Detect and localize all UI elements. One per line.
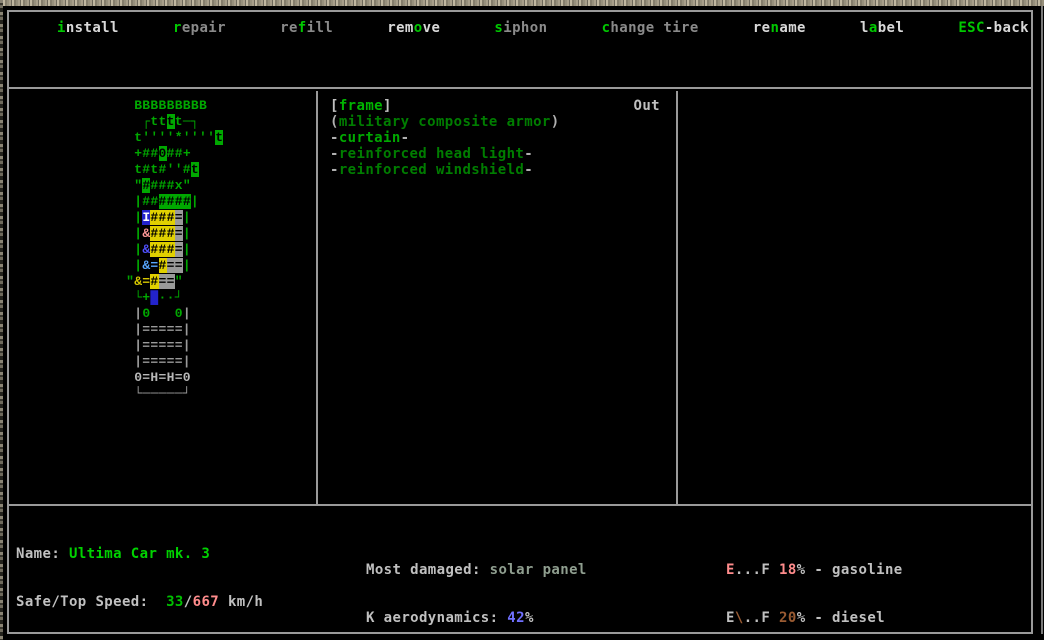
vehicle-art-row: |######| [118, 194, 200, 209]
vehicle-action-menubar: install repair refill remove siphon chan… [9, 12, 1031, 89]
parts-panel-header: [frame] Out [330, 98, 660, 114]
part-list-item[interactable]: -reinforced head light- [330, 146, 660, 162]
vehicle-name-row: Name: Ultima Car mk. 3 [16, 546, 211, 562]
fuel-gauges-column: E...F 18% - gasoline E\..F 20% - diesel … [726, 530, 920, 640]
menu-item-repair[interactable]: repair [173, 20, 226, 36]
part-list-item[interactable]: -reinforced windshield- [330, 162, 660, 178]
menu-item-install[interactable]: install [57, 20, 119, 36]
vehicle-art-row: |0 0| [118, 306, 191, 321]
vehicle-art-row: |=====| [118, 338, 191, 353]
selected-tile-parts-panel: [frame] Out (military composite armor) -… [330, 98, 660, 178]
vehicle-art-row: ┌tttt─┐ [118, 114, 200, 129]
menu-item-siphon[interactable]: siphon [494, 20, 547, 36]
menu-item-refill[interactable]: refill [280, 20, 333, 36]
vehicle-art-row: |=====| [118, 322, 191, 337]
menu-item-rename[interactable]: rename [753, 20, 806, 36]
most-damaged-row: Most damaged: solar panel [366, 562, 587, 578]
vehicle-art-row: +##0##+ [118, 146, 191, 161]
status-panel-divider [9, 504, 1031, 506]
vehicle-art-row: t''''*''''t [118, 130, 224, 145]
vehicle-art-row: |&=#==| [118, 258, 191, 273]
background-window-edge [1041, 6, 1043, 634]
part-list-item[interactable]: -curtain- [330, 130, 660, 146]
menu-item-remove[interactable]: remove [387, 20, 440, 36]
out-direction-label: Out [633, 98, 660, 114]
vehicle-art-row: "&=#==" [118, 274, 183, 289]
vehicle-art-row: └+█··┘ [118, 290, 183, 305]
speed-row: Safe/Top Speed: 33/667 km/h [16, 594, 264, 610]
selected-part-name[interactable]: [frame] [330, 98, 392, 114]
vehicle-art-row: |I###=| [118, 210, 191, 225]
menu-item-label[interactable]: label [860, 20, 904, 36]
menu-item-esc-back[interactable]: ESC-back [958, 20, 1029, 36]
vehicle-art-row: └─────┘ [118, 386, 191, 401]
desktop-edge-texture-top [0, 0, 1044, 6]
menu-item-change-tire[interactable]: change tire [602, 20, 699, 36]
part-list-item[interactable]: (military composite armor) [330, 114, 660, 130]
vehicle-art-row: "####x" [118, 178, 191, 193]
fuel-gauge-gasoline: E...F 18% - gasoline [726, 562, 903, 578]
vehicle-art-row: t#t#''#t [118, 162, 200, 177]
desktop-edge-texture-left [0, 0, 3, 640]
vehicle-art-row: BBBBBBBBB [118, 98, 208, 113]
vehicle-coefficients-column: Most damaged: solar panel K aerodynamics… [366, 530, 587, 640]
k-aerodynamics-row: K aerodynamics: 42% [366, 610, 534, 626]
menu-row: install repair refill remove siphon chan… [9, 12, 1031, 36]
panel-divider-left [316, 91, 318, 504]
vehicle-stats-column: Name: Ultima Car mk. 3 Safe/Top Speed: 3… [16, 514, 263, 640]
vehicle-art-row: |=====| [118, 354, 191, 369]
panel-divider-right [676, 91, 678, 504]
vehicle-interaction-window: install repair refill remove siphon chan… [7, 10, 1033, 634]
vehicle-ascii-art: BBBBBBBBB ┌tttt─┐ t''''*''''t +##0##+ t#… [118, 98, 224, 402]
vehicle-art-row: |&###=| [118, 226, 191, 241]
vehicle-art-row: 0=H=H=0 [118, 370, 191, 385]
vehicle-art-row: |&###=| [118, 242, 191, 257]
fuel-gauge-diesel: E\..F 20% - diesel [726, 610, 885, 626]
